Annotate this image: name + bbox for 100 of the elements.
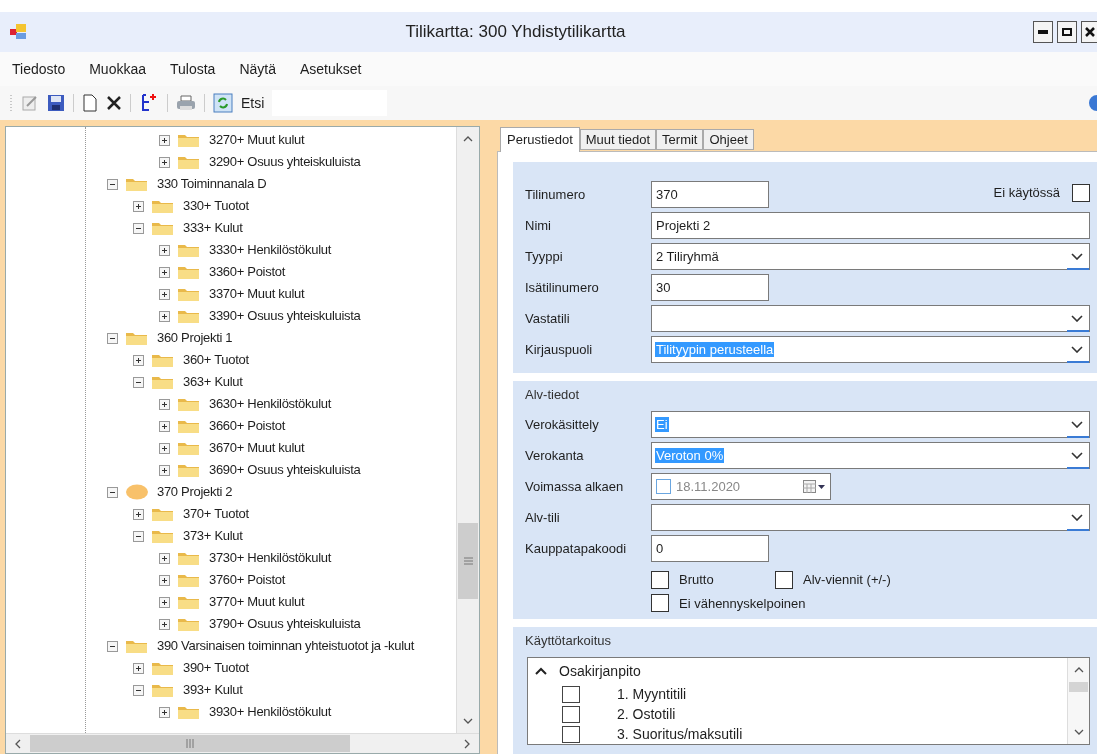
tree-item[interactable]: 360 Projekti 1 (157, 328, 233, 348)
tree-item[interactable]: 3790+ Osuus yhteiskuluista (209, 614, 361, 634)
edit-icon[interactable] (21, 94, 39, 112)
checkbox[interactable] (651, 594, 669, 613)
list-item[interactable]: 3. Suoritus/maksutili (617, 723, 743, 744)
scroll-thumb[interactable] (1069, 682, 1088, 692)
checkbox[interactable] (562, 685, 580, 703)
tree-item[interactable]: 3670+ Muut kulut (209, 438, 305, 458)
text-field[interactable]: 370 (651, 181, 769, 208)
scroll-down-icon[interactable] (463, 718, 473, 724)
tree-item[interactable]: 390+ Tuotot (183, 658, 249, 678)
expander-icon[interactable] (158, 574, 170, 586)
dropdown[interactable] (651, 504, 1090, 531)
expander-icon[interactable] (158, 420, 170, 432)
expander-icon[interactable] (158, 442, 170, 454)
scroll-up-icon[interactable] (1073, 667, 1084, 673)
chevron-down-icon[interactable] (1071, 421, 1083, 428)
checkbox[interactable] (1072, 183, 1090, 202)
save-icon[interactable] (47, 94, 65, 112)
tree-item[interactable]: 3660+ Poistot (209, 416, 285, 436)
expander-icon[interactable] (132, 222, 144, 234)
expander-icon[interactable] (158, 552, 170, 564)
scroll-right-icon[interactable] (464, 738, 470, 749)
close-button[interactable] (1081, 21, 1097, 43)
tree-item[interactable]: 3730+ Henkilöstökulut (209, 548, 331, 568)
scroll-up-icon[interactable] (463, 136, 473, 142)
chevron-down-icon[interactable] (1071, 253, 1083, 260)
expander-icon[interactable] (132, 662, 144, 674)
expander-icon[interactable] (132, 508, 144, 520)
expander-icon[interactable] (158, 398, 170, 410)
dropdown[interactable]: 2 Tiliryhmä (651, 243, 1090, 270)
text-field[interactable]: 0 (651, 535, 769, 562)
expander-icon[interactable] (132, 376, 144, 388)
dropdown[interactable] (651, 305, 1090, 332)
printer-icon[interactable] (176, 94, 196, 112)
menu-item[interactable]: Tiedosto (12, 58, 66, 80)
tree-item[interactable]: 3360+ Poistot (209, 262, 285, 282)
tree-item[interactable]: 373+ Kulut (183, 526, 243, 546)
tree-item[interactable]: 360+ Tuotot (183, 350, 249, 370)
tree-item[interactable]: 393+ Kulut (183, 680, 243, 700)
tree-item[interactable]: 370+ Tuotot (183, 504, 249, 524)
expander-icon[interactable] (106, 178, 118, 190)
expander-icon[interactable] (106, 486, 118, 498)
scroll-thumb[interactable] (30, 735, 350, 752)
collapse-icon[interactable] (535, 666, 547, 676)
scroll-left-icon[interactable] (15, 738, 21, 749)
tree-item[interactable]: 330 Toiminnanala D (157, 174, 267, 194)
tree-item[interactable]: 3370+ Muut kulut (209, 284, 305, 304)
tree-item[interactable]: 3630+ Henkilöstökulut (209, 394, 331, 414)
tree-item[interactable]: 370 Projekti 2 (157, 482, 233, 502)
minimize-button[interactable] (1033, 21, 1053, 43)
expander-icon[interactable] (158, 310, 170, 322)
expander-icon[interactable] (132, 200, 144, 212)
checkbox[interactable] (562, 705, 580, 723)
tree-item[interactable]: 3760+ Poistot (209, 570, 285, 590)
tree-item[interactable]: 3690+ Osuus yhteiskuluista (209, 460, 361, 480)
chevron-down-icon[interactable] (1071, 514, 1083, 521)
checkbox[interactable] (651, 570, 669, 589)
expander-icon[interactable] (158, 244, 170, 256)
refresh-icon[interactable] (213, 93, 233, 113)
list-item[interactable]: 2. Ostotili (617, 703, 676, 725)
tree-item[interactable]: 3290+ Osuus yhteiskuluista (209, 152, 361, 172)
tree-item[interactable]: 330+ Tuotot (183, 196, 249, 216)
vertical-scrollbar[interactable] (456, 127, 479, 733)
new-page-icon[interactable] (82, 94, 98, 112)
tree-item[interactable]: 333+ Kulut (183, 218, 243, 238)
tree-item[interactable]: 3770+ Muut kulut (209, 592, 305, 612)
chevron-down-icon[interactable] (1071, 452, 1083, 459)
text-field[interactable]: 30 (651, 274, 769, 301)
checkbox[interactable] (562, 725, 580, 743)
calendar-icon[interactable] (803, 479, 826, 494)
text-field[interactable]: Projekti 2 (651, 212, 1090, 239)
expander-icon[interactable] (158, 156, 170, 168)
checkbox[interactable] (656, 479, 671, 494)
tab[interactable]: Muut tiedot (579, 129, 657, 150)
maximize-button[interactable] (1057, 21, 1077, 43)
tree-item[interactable]: 390 Varsinaisen toiminnan yhteistuotot ja -kulut (157, 636, 415, 656)
expander-icon[interactable] (106, 640, 118, 652)
expander-icon[interactable] (132, 354, 144, 366)
tab[interactable]: Termit (656, 129, 704, 150)
add-node-icon[interactable] (139, 93, 159, 113)
expander-icon[interactable] (158, 266, 170, 278)
vertical-scrollbar[interactable] (1067, 658, 1089, 744)
expander-icon[interactable] (158, 706, 170, 718)
expander-icon[interactable] (158, 134, 170, 146)
delete-icon[interactable] (106, 95, 122, 111)
tree-item[interactable]: 3330+ Henkilöstökulut (209, 240, 331, 260)
expander-icon[interactable] (158, 596, 170, 608)
list-item[interactable]: 1. Myyntitili (617, 683, 687, 705)
chevron-down-icon[interactable] (1071, 315, 1083, 322)
tree-item[interactable]: 363+ Kulut (183, 372, 243, 392)
expander-icon[interactable] (158, 464, 170, 476)
menu-item[interactable]: Tulosta (170, 58, 216, 80)
expander-icon[interactable] (132, 684, 144, 696)
expander-icon[interactable] (158, 288, 170, 300)
expander-icon[interactable] (132, 530, 144, 542)
expander-icon[interactable] (158, 618, 170, 630)
menu-item[interactable]: Näytä (239, 58, 276, 80)
tree-item[interactable]: 3390+ Osuus yhteiskuluista (209, 306, 361, 326)
scroll-down-icon[interactable] (1073, 729, 1084, 735)
